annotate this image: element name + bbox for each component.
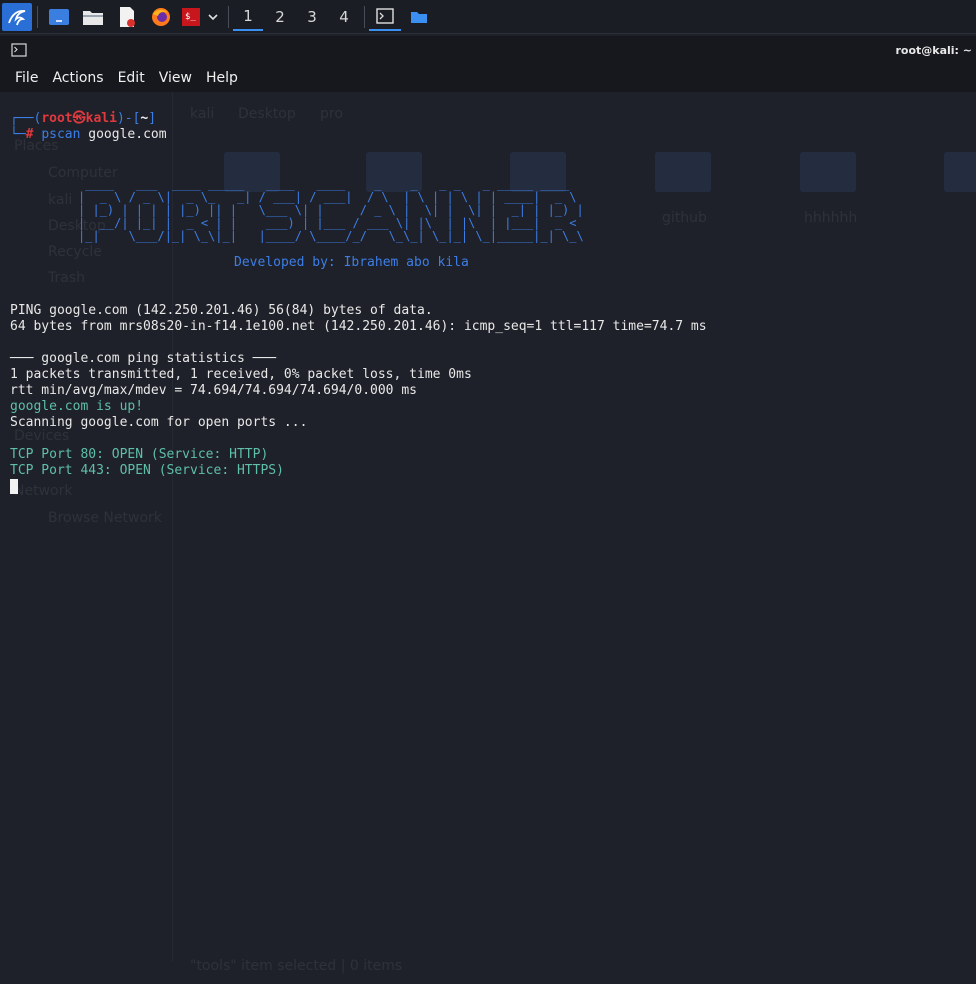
kali-menu-button[interactable] — [2, 3, 32, 31]
menu-view[interactable]: View — [152, 70, 199, 86]
command-name: pscan — [41, 127, 81, 142]
banner-credit: Developed by: Ibrahem abo kila — [234, 255, 469, 270]
prompt-user-host: root㉿kali — [41, 111, 117, 126]
ghost-folder-icon — [800, 152, 856, 192]
ping-header: PING google.com (142.250.201.46) 56(84) … — [10, 303, 433, 318]
prompt-hash: # — [25, 127, 34, 142]
svg-text:$_: $_ — [185, 12, 196, 22]
show-desktop-button[interactable] — [46, 3, 72, 31]
folder-icon — [83, 11, 103, 25]
taskbar-separator — [228, 6, 229, 28]
prompt-separator: )-[ — [116, 111, 141, 126]
taskbar-separator — [37, 6, 38, 28]
open-port-80: TCP Port 80: OPEN (Service: HTTP) — [10, 447, 269, 462]
workspace-3[interactable]: 3 — [297, 3, 327, 31]
ping-stats-header: ─── google.com ping statistics ─── — [10, 351, 277, 366]
menu-file[interactable]: File — [8, 70, 45, 86]
text-editor-launcher[interactable] — [114, 3, 140, 31]
terminal-cursor — [10, 479, 18, 494]
open-port-443: TCP Port 443: OPEN (Service: HTTPS) — [10, 463, 284, 478]
workspace-2[interactable]: 2 — [265, 3, 295, 31]
menu-actions[interactable]: Actions — [45, 70, 110, 86]
menubar: File Actions Edit View Help — [0, 64, 976, 92]
port-scanner-ascii-banner: ____ ___ ____ _____ ____ ____ _ _ _ _ _ … — [78, 177, 584, 243]
ping-stats-rtt: rtt min/avg/max/mdev = 74.694/74.694/74.… — [10, 383, 417, 398]
ghost-path: Desktop — [238, 106, 296, 122]
ghost-folder-icon — [655, 152, 711, 192]
ghost-sidebar-item: Recycle — [48, 244, 102, 260]
chevron-down-icon — [208, 14, 218, 21]
host-up-message: google.com is up! — [10, 399, 144, 414]
prompt-bracket-close: ] — [148, 111, 157, 126]
desktop-icon — [49, 9, 69, 25]
menu-help[interactable]: Help — [199, 70, 245, 86]
kali-dragon-icon — [8, 9, 26, 26]
red-terminal-icon: $_ — [182, 8, 200, 26]
taskbar: $_ 1 2 3 4 — [0, 0, 976, 34]
firefox-launcher[interactable] — [148, 3, 174, 31]
terminal-icon — [376, 8, 394, 24]
ghost-folder-label: hhhhhh — [804, 210, 858, 226]
prompt-corner: ┌──( — [10, 111, 42, 126]
prompt-line-2: └─# pscan google.com — [10, 127, 167, 143]
launcher-dropdown[interactable] — [205, 3, 221, 31]
file-manager-launcher[interactable] — [80, 3, 106, 31]
ghost-sidebar-item: Trash — [48, 270, 85, 286]
taskbar-terminal-window[interactable] — [369, 3, 401, 31]
folder-icon — [411, 12, 427, 23]
terminal-output-area[interactable]: Places Computer kali Desktop Recycle Tra… — [0, 92, 976, 984]
text-editor-icon — [120, 7, 135, 27]
scanning-message: Scanning google.com for open ports ... — [10, 415, 308, 430]
prompt-corner-bottom: └─ — [10, 127, 26, 142]
ping-stats-packets: 1 packets transmitted, 1 received, 0% pa… — [10, 367, 472, 382]
terminal-emulator-launcher[interactable]: $_ — [180, 3, 202, 31]
ping-reply: 64 bytes from mrs08s20-in-f14.1e100.net … — [10, 319, 707, 334]
ghost-sidebar-item: Browse Network — [48, 510, 162, 526]
workspace-4[interactable]: 4 — [329, 3, 359, 31]
window-title: root@kali: ~ — [895, 44, 972, 57]
taskbar-file-manager-window[interactable] — [405, 3, 433, 31]
window-titlebar[interactable]: root@kali: ~ — [0, 36, 976, 64]
workspace-1[interactable]: 1 — [233, 3, 263, 31]
prompt-line-1: ┌──(root㉿kali)-[~] — [10, 111, 156, 127]
ghost-path: kali — [190, 106, 215, 122]
terminal-icon — [11, 43, 27, 57]
ghost-sidebar-network: Network — [14, 483, 73, 499]
command-argument: google.com — [80, 127, 167, 142]
ghost-path: pro — [320, 106, 343, 122]
ghost-folder-icon — [944, 152, 976, 192]
firefox-icon — [152, 8, 170, 26]
ghost-sidebar-item: kali — [48, 192, 73, 208]
ghost-folder-label: github — [662, 210, 707, 226]
ghost-statusbar: "tools" item selected | 0 items — [190, 958, 403, 974]
taskbar-separator — [364, 6, 365, 28]
menu-edit[interactable]: Edit — [111, 70, 152, 86]
